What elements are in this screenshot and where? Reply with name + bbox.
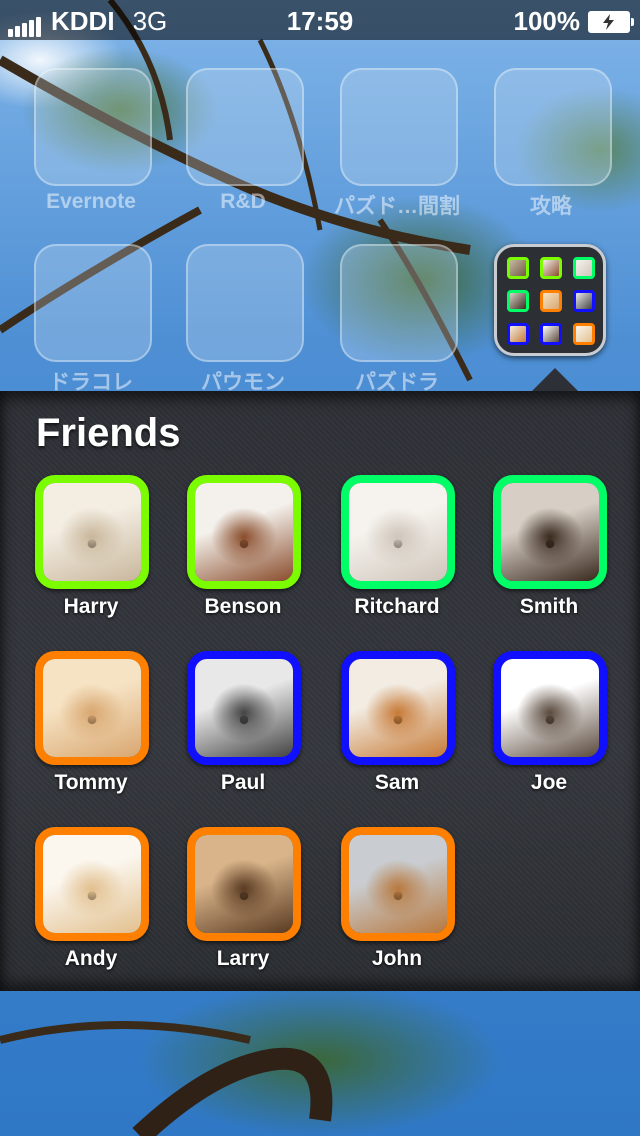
dog-photo-icon[interactable] — [35, 475, 149, 589]
home-app-icon-guide[interactable] — [494, 68, 612, 186]
home-app-icon-powmon[interactable] — [186, 244, 304, 362]
dog-photo-icon[interactable] — [187, 827, 301, 941]
mini-app-icon — [573, 290, 595, 312]
status-bar: KDDI 3G 17:59 100% — [0, 0, 640, 40]
app-label: Sam — [374, 771, 420, 794]
mini-app-icon — [507, 323, 529, 345]
app-sam[interactable]: Sam — [321, 651, 473, 801]
app-label: Andy — [64, 947, 118, 970]
home-app-label: パズド…間割 — [334, 195, 460, 218]
battery-percentage: 100% — [513, 6, 581, 36]
app-john[interactable]: John — [321, 827, 473, 977]
mini-app-icon — [507, 290, 529, 312]
app-label: John — [371, 947, 423, 970]
dog-photo-icon[interactable] — [341, 475, 455, 589]
home-app-icon-evernote[interactable] — [34, 68, 152, 186]
mini-app-icon — [540, 290, 562, 312]
app-label: Paul — [220, 771, 266, 794]
mini-app-icon — [540, 257, 562, 279]
app-paul[interactable]: Paul — [167, 651, 319, 801]
app-smith[interactable]: Smith — [473, 475, 625, 625]
mini-app-icon — [573, 257, 595, 279]
mini-app-icon — [573, 323, 595, 345]
app-label: Benson — [204, 595, 282, 618]
home-app-icon-dracolle[interactable] — [34, 244, 152, 362]
dog-photo-icon[interactable] — [341, 651, 455, 765]
folder-panel: Friends Harry Benson Ritchard Smith Tomm… — [0, 391, 640, 991]
app-larry[interactable]: Larry — [167, 827, 319, 977]
app-label: Larry — [216, 947, 270, 970]
app-label: Tommy — [54, 771, 128, 794]
home-app-icon-puzzle-schedule[interactable] — [340, 68, 458, 186]
mini-app-icon — [507, 257, 529, 279]
home-app-icon-rd[interactable] — [186, 68, 304, 186]
app-joe[interactable]: Joe — [473, 651, 625, 801]
dog-photo-icon[interactable] — [493, 475, 607, 589]
dog-photo-icon[interactable] — [35, 827, 149, 941]
app-label: Harry — [63, 595, 119, 618]
app-harry[interactable]: Harry — [15, 475, 167, 625]
dog-photo-icon[interactable] — [187, 651, 301, 765]
app-label: Ritchard — [354, 595, 440, 618]
dog-photo-icon[interactable] — [187, 475, 301, 589]
home-app-icon-pazudora[interactable] — [340, 244, 458, 362]
app-label: Smith — [519, 595, 579, 618]
app-label: Joe — [530, 771, 568, 794]
friends-folder-icon[interactable] — [494, 244, 606, 356]
dog-photo-icon[interactable] — [341, 827, 455, 941]
app-andy[interactable]: Andy — [15, 827, 167, 977]
folder-title[interactable]: Friends — [36, 411, 180, 456]
battery-charging-icon — [588, 10, 634, 33]
app-ritchard[interactable]: Ritchard — [321, 475, 473, 625]
mini-app-icon — [540, 323, 562, 345]
home-app-label: 攻略 — [530, 195, 572, 218]
app-tommy[interactable]: Tommy — [15, 651, 167, 801]
folder-pointer-notch — [531, 368, 579, 392]
app-benson[interactable]: Benson — [167, 475, 319, 625]
dog-photo-icon[interactable] — [493, 651, 607, 765]
home-app-label: Evernote — [46, 190, 136, 213]
home-app-label: R&D — [220, 190, 266, 213]
dog-photo-icon[interactable] — [35, 651, 149, 765]
